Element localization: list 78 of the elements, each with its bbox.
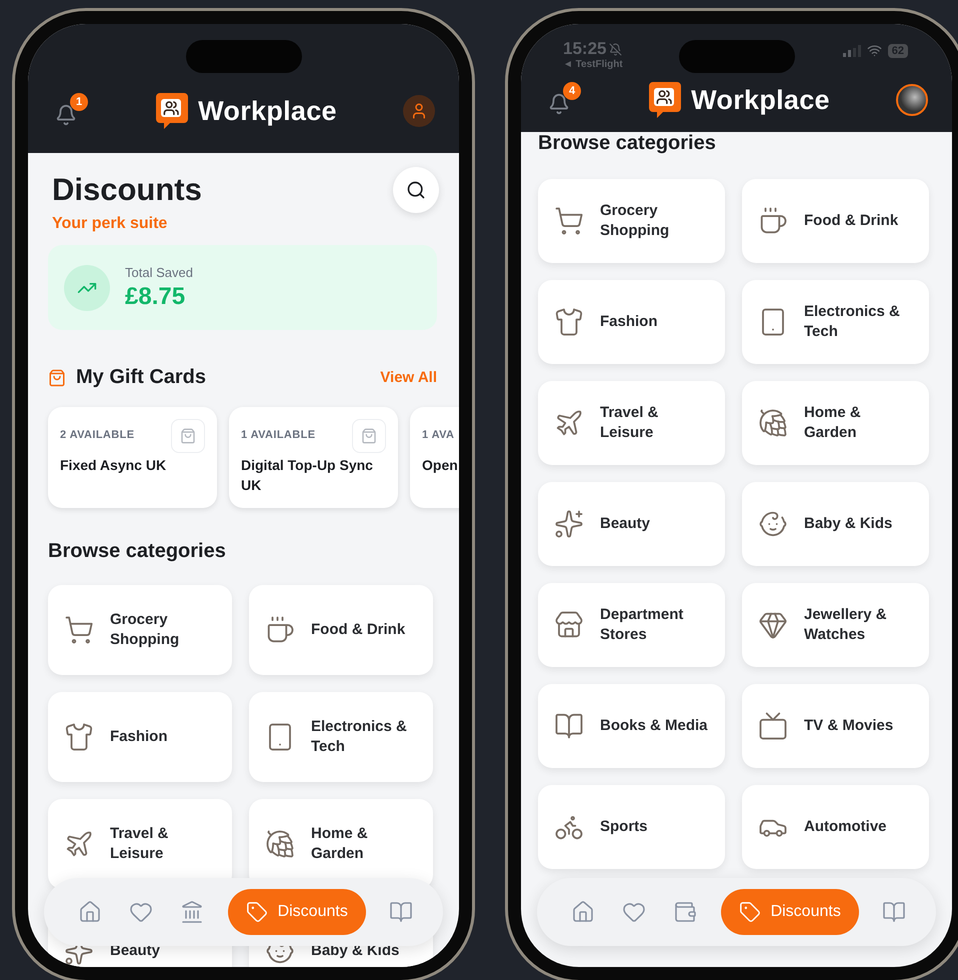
- category-card[interactable]: Food & Drink: [249, 585, 433, 675]
- gift-card[interactable]: 1 AVAILABLE Digital Top-Up Sync UK: [229, 407, 398, 508]
- page-subtitle: Your perk suite: [51, 215, 168, 233]
- gift-name: Digital Top-Up Sync UK: [241, 456, 374, 495]
- category-card[interactable]: Department Stores: [538, 583, 725, 667]
- category-card[interactable]: TV & Movies: [742, 684, 929, 768]
- category-card[interactable]: Jewellery & Watches: [742, 583, 929, 667]
- plane-icon: [64, 829, 94, 859]
- hop-cone-icon: [265, 829, 295, 859]
- category-card[interactable]: Beauty: [538, 482, 725, 566]
- savings-label: Total Saved: [125, 264, 193, 280]
- logo-icon: [647, 80, 684, 120]
- section-title: My Gift Cards: [76, 366, 206, 389]
- baby-face-icon: [758, 509, 788, 539]
- bag-icon: [352, 419, 386, 453]
- profile-avatar[interactable]: [402, 95, 435, 127]
- notification-badge: 4: [563, 82, 581, 100]
- book-icon: [389, 900, 413, 924]
- cup-icon: [758, 206, 788, 236]
- tv-icon: [758, 711, 788, 741]
- heart-icon: [129, 900, 154, 924]
- logo-icon: [154, 91, 190, 131]
- category-card[interactable]: Home & Garden: [742, 381, 929, 465]
- page-title: Discounts: [51, 172, 202, 208]
- store-icon: [554, 610, 584, 640]
- shirt-icon: [554, 307, 584, 337]
- bank-icon: [180, 900, 204, 924]
- gift-availability: 2 AVAILABLE: [60, 429, 136, 441]
- bag-icon: [48, 368, 66, 386]
- tag-icon: [246, 901, 268, 923]
- home-icon: [78, 900, 102, 924]
- category-card[interactable]: Electronics & Tech: [249, 692, 433, 782]
- savings-amount: £8.75: [125, 282, 186, 310]
- cup-icon: [265, 615, 295, 645]
- gift-card[interactable]: 1 AVA Open: [410, 407, 459, 508]
- brand-name: Workplace: [691, 84, 830, 116]
- cart-icon: [64, 615, 94, 645]
- sparkle-icon: [554, 509, 584, 539]
- wifi-icon: [866, 43, 882, 58]
- status-time: 15:25: [563, 39, 623, 59]
- profile-photo-placeholder[interactable]: [896, 84, 928, 116]
- gift-availability: 1 AVAILABLE: [241, 429, 316, 441]
- category-card[interactable]: Travel & Leisure: [538, 381, 725, 465]
- category-card[interactable]: Fashion: [538, 280, 725, 364]
- bag-icon: [171, 419, 205, 453]
- search-icon: [406, 180, 426, 200]
- gift-name: Fixed Async UK: [60, 456, 168, 475]
- gift-name: Open: [422, 456, 459, 475]
- category-card[interactable]: Electronics & Tech: [742, 280, 929, 364]
- signal-icon: [842, 44, 861, 56]
- plane-icon: [554, 408, 584, 438]
- gift-availability: 1 AVA: [422, 429, 456, 441]
- section-title: Browse categories: [538, 132, 717, 155]
- category-card[interactable]: Food & Drink: [742, 179, 929, 263]
- category-card[interactable]: Sports: [538, 785, 725, 869]
- gift-card[interactable]: 2 AVAILABLE Fixed Async UK: [48, 407, 217, 508]
- book-icon: [554, 711, 584, 741]
- notification-badge: 1: [70, 93, 88, 111]
- mute-icon: [609, 42, 622, 56]
- home-icon: [571, 900, 595, 924]
- shirt-icon: [64, 722, 94, 752]
- heart-icon: [622, 900, 646, 924]
- tag-icon: [738, 901, 761, 923]
- hop-cone-icon: [758, 408, 788, 438]
- diamond-icon: [758, 610, 788, 640]
- wallet-icon: [673, 900, 698, 924]
- search-button[interactable]: [393, 167, 439, 213]
- cart-icon: [554, 206, 584, 236]
- category-card[interactable]: Fashion: [48, 692, 232, 782]
- category-card[interactable]: Baby & Kids: [742, 482, 929, 566]
- trend-up-icon: [64, 264, 110, 310]
- brand-name: Workplace: [198, 96, 337, 126]
- category-card[interactable]: Grocery Shopping: [538, 179, 725, 263]
- category-card[interactable]: Grocery Shopping: [48, 585, 232, 675]
- book-icon: [882, 900, 906, 924]
- category-card[interactable]: Automotive: [742, 785, 929, 869]
- section-title: Browse categories: [48, 540, 227, 563]
- category-card[interactable]: Books & Media: [538, 684, 725, 768]
